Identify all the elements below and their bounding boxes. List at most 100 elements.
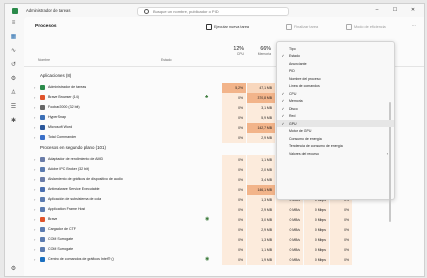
process-row[interactable]: › COM Surrogate 0% 1,1 MB 0 MB/s 0 Mbps 0% (24, 245, 424, 255)
close-button[interactable]: ✕ (404, 5, 422, 15)
startup-icon[interactable]: ⚙ (10, 75, 17, 82)
menu-item-label: Motor de GPU (289, 129, 312, 133)
cell-mem: 146,1 MB (247, 185, 275, 195)
amd-icon (40, 157, 45, 162)
expand-chevron-icon[interactable]: › (34, 115, 35, 120)
menu-item[interactable]: Nombre del proceso (277, 75, 394, 82)
cell-gpu: 0% (330, 255, 352, 265)
menu-item[interactable]: Anunciante (277, 60, 394, 67)
efficiency-mode-button[interactable]: Modo de eficiencia (346, 24, 386, 30)
maximize-button[interactable]: ☐ (386, 5, 404, 15)
expand-chevron-icon[interactable]: › (34, 237, 35, 242)
menu-item[interactable]: ✓ Red (277, 113, 394, 120)
menu-item-label: Valores del recurso (289, 151, 319, 156)
expand-chevron-icon[interactable]: › (34, 247, 35, 252)
expand-chevron-icon[interactable]: › (34, 167, 35, 172)
column-memory[interactable]: 66% Memoria (247, 46, 271, 56)
check-icon: ✓ (281, 121, 285, 126)
expand-chevron-icon[interactable]: › (34, 85, 35, 90)
end-task-icon (286, 24, 292, 30)
cell-mem: 1,1 MB (247, 245, 275, 255)
expand-chevron-icon[interactable]: › (34, 217, 35, 222)
process-name: Microsoft Word (48, 125, 73, 129)
menu-item-label: Consumo de energía (289, 136, 322, 141)
search-icon (144, 9, 149, 14)
menu-item-label: PID (289, 69, 295, 73)
expand-chevron-icon[interactable]: › (34, 197, 35, 202)
menu-item[interactable]: Tipo (277, 45, 394, 52)
process-row[interactable]: › Cargador de CTF 0% 2,9 MB 0 MB/s 0 Mbps 0% (24, 225, 424, 235)
end-task-button[interactable]: Finalizar tarea (286, 24, 318, 30)
cell-gpu: 0% (330, 245, 352, 255)
column-cpu[interactable]: 12% CPU (222, 46, 244, 56)
menu-item[interactable]: Tendencia de consumo de energía (277, 143, 394, 150)
search-placeholder: Busque un nombre, publicador o PID (153, 9, 219, 14)
process-row[interactable]: › Application Frame Host 0% 2,9 MB 0 MB/s 0 M… (24, 205, 424, 215)
cpu-label: CPU (236, 52, 244, 56)
process-name: Administrador de tareas (48, 85, 87, 89)
menu-item-label: Memoria (289, 99, 303, 103)
run-new-task-button[interactable]: Ejecutar nueva tarea (206, 24, 249, 30)
foobar-icon (40, 105, 45, 110)
minimize-button[interactable]: – (368, 5, 386, 15)
users-icon[interactable]: ♙ (10, 89, 17, 96)
cell-mem: 2,0 MB (247, 165, 275, 175)
menu-item[interactable]: ✓ GPU (277, 120, 394, 127)
process-name: COM Surrogate (48, 237, 74, 241)
menu-item[interactable]: ✓ CPU (277, 90, 394, 97)
cell-disk: 0 MB/s (276, 235, 303, 245)
process-row[interactable]: › Centro de comandos de gráficos Intel® (… (24, 255, 424, 265)
column-name[interactable]: Nombre (38, 58, 50, 62)
search-input[interactable]: Busque un nombre, publicador o PID (137, 7, 289, 16)
column-state[interactable]: Estado (161, 58, 172, 62)
more-options-button[interactable]: ··· (412, 24, 416, 28)
task-manager-window: Administrador de tareas Busque un nombre… (4, 3, 425, 277)
menu-item[interactable]: ✓ Memoria (277, 98, 394, 105)
menu-icon[interactable]: ≡ (10, 19, 17, 26)
process-row[interactable]: › COM Surrogate 0% 1,3 MB 0 MB/s 0 Mbps 0% (24, 235, 424, 245)
expand-chevron-icon[interactable]: › (34, 125, 35, 130)
apps-section-title[interactable]: Aplicaciones (8) (40, 73, 71, 78)
cell-net: 0 Mbps (304, 245, 329, 255)
menu-item[interactable]: ✓ Disco (277, 105, 394, 112)
column-context-menu: Tipo ✓ Estado Anunciante PID Nombre del proce… (276, 41, 395, 222)
expand-chevron-icon[interactable]: › (34, 227, 35, 232)
process-name: HyperSnap (48, 115, 66, 119)
expand-chevron-icon[interactable]: › (34, 177, 35, 182)
expand-chevron-icon[interactable]: › (34, 187, 35, 192)
menu-item-label: Tipo (289, 46, 296, 51)
history-icon[interactable]: ↺ (10, 61, 17, 68)
run-task-icon (206, 24, 212, 30)
cell-net: 0 Mbps (304, 225, 329, 235)
expand-chevron-icon[interactable]: › (34, 105, 35, 110)
menu-item[interactable]: Línea de comandos (277, 83, 394, 90)
cell-cpu: 0% (222, 245, 246, 255)
antimalware-icon (40, 187, 45, 192)
performance-icon[interactable]: ∿ (10, 47, 17, 54)
process-row[interactable]: › Brave ◉ 0% 3,0 MB 0 MB/s 0 Mbps 0% (24, 215, 424, 225)
process-name: Brave Browser (14) (48, 95, 79, 99)
frame-host-icon (40, 207, 45, 212)
menu-item[interactable]: PID (277, 68, 394, 75)
expand-chevron-icon[interactable]: › (34, 95, 35, 100)
menu-item[interactable]: ✓ Estado (277, 53, 394, 60)
leaf-icon (346, 24, 352, 30)
expand-chevron-icon[interactable]: › (34, 157, 35, 162)
menu-item[interactable]: Motor de GPU (277, 128, 394, 135)
menu-item[interactable]: Valores del recurso › (277, 150, 394, 157)
cell-cpu: 5,2% (222, 83, 246, 93)
settings-icon[interactable]: ⚙ (10, 265, 17, 272)
cell-cpu: 0% (222, 255, 246, 265)
expand-chevron-icon[interactable]: › (34, 207, 35, 212)
menu-item[interactable]: Consumo de energía (277, 135, 394, 142)
brave-small-icon (40, 217, 45, 222)
expand-chevron-icon[interactable]: › (34, 257, 35, 262)
details-icon[interactable]: ☰ (10, 103, 17, 110)
processes-icon[interactable]: ▦ (10, 33, 17, 40)
cell-cpu: 0% (222, 205, 246, 215)
background-section-title[interactable]: Procesos en segundo plano (101) (40, 145, 106, 150)
cell-cpu: 0% (222, 155, 246, 165)
services-icon[interactable]: ✱ (10, 117, 17, 124)
expand-chevron-icon[interactable]: › (34, 135, 35, 140)
cell-gpu: 0% (330, 235, 352, 245)
